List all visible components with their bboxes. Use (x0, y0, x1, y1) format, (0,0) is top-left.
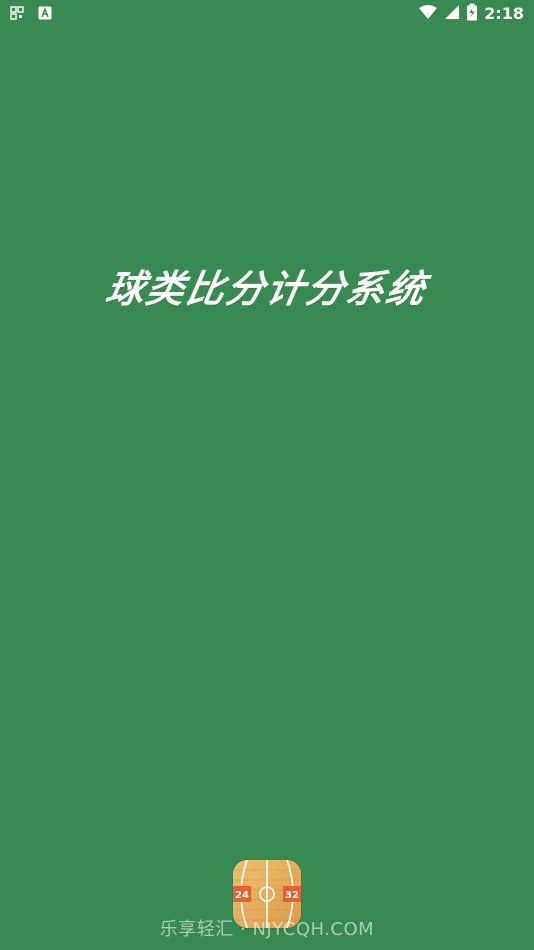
status-right: 2:18 (418, 3, 524, 25)
left-score: 24 (235, 890, 249, 901)
wifi-icon (418, 4, 438, 24)
qr-code-icon (10, 5, 24, 24)
keyboard-a-icon (38, 5, 52, 24)
battery-charging-icon (466, 3, 478, 25)
status-time: 2:18 (484, 4, 524, 23)
status-bar: 2:18 (0, 0, 534, 28)
signal-icon (444, 4, 460, 24)
watermark: 乐享轻汇 · NJYCQH.COM (159, 919, 375, 940)
app-title: 球类比分计分系统 (102, 267, 431, 311)
right-score: 32 (285, 890, 299, 901)
status-left (10, 5, 52, 24)
